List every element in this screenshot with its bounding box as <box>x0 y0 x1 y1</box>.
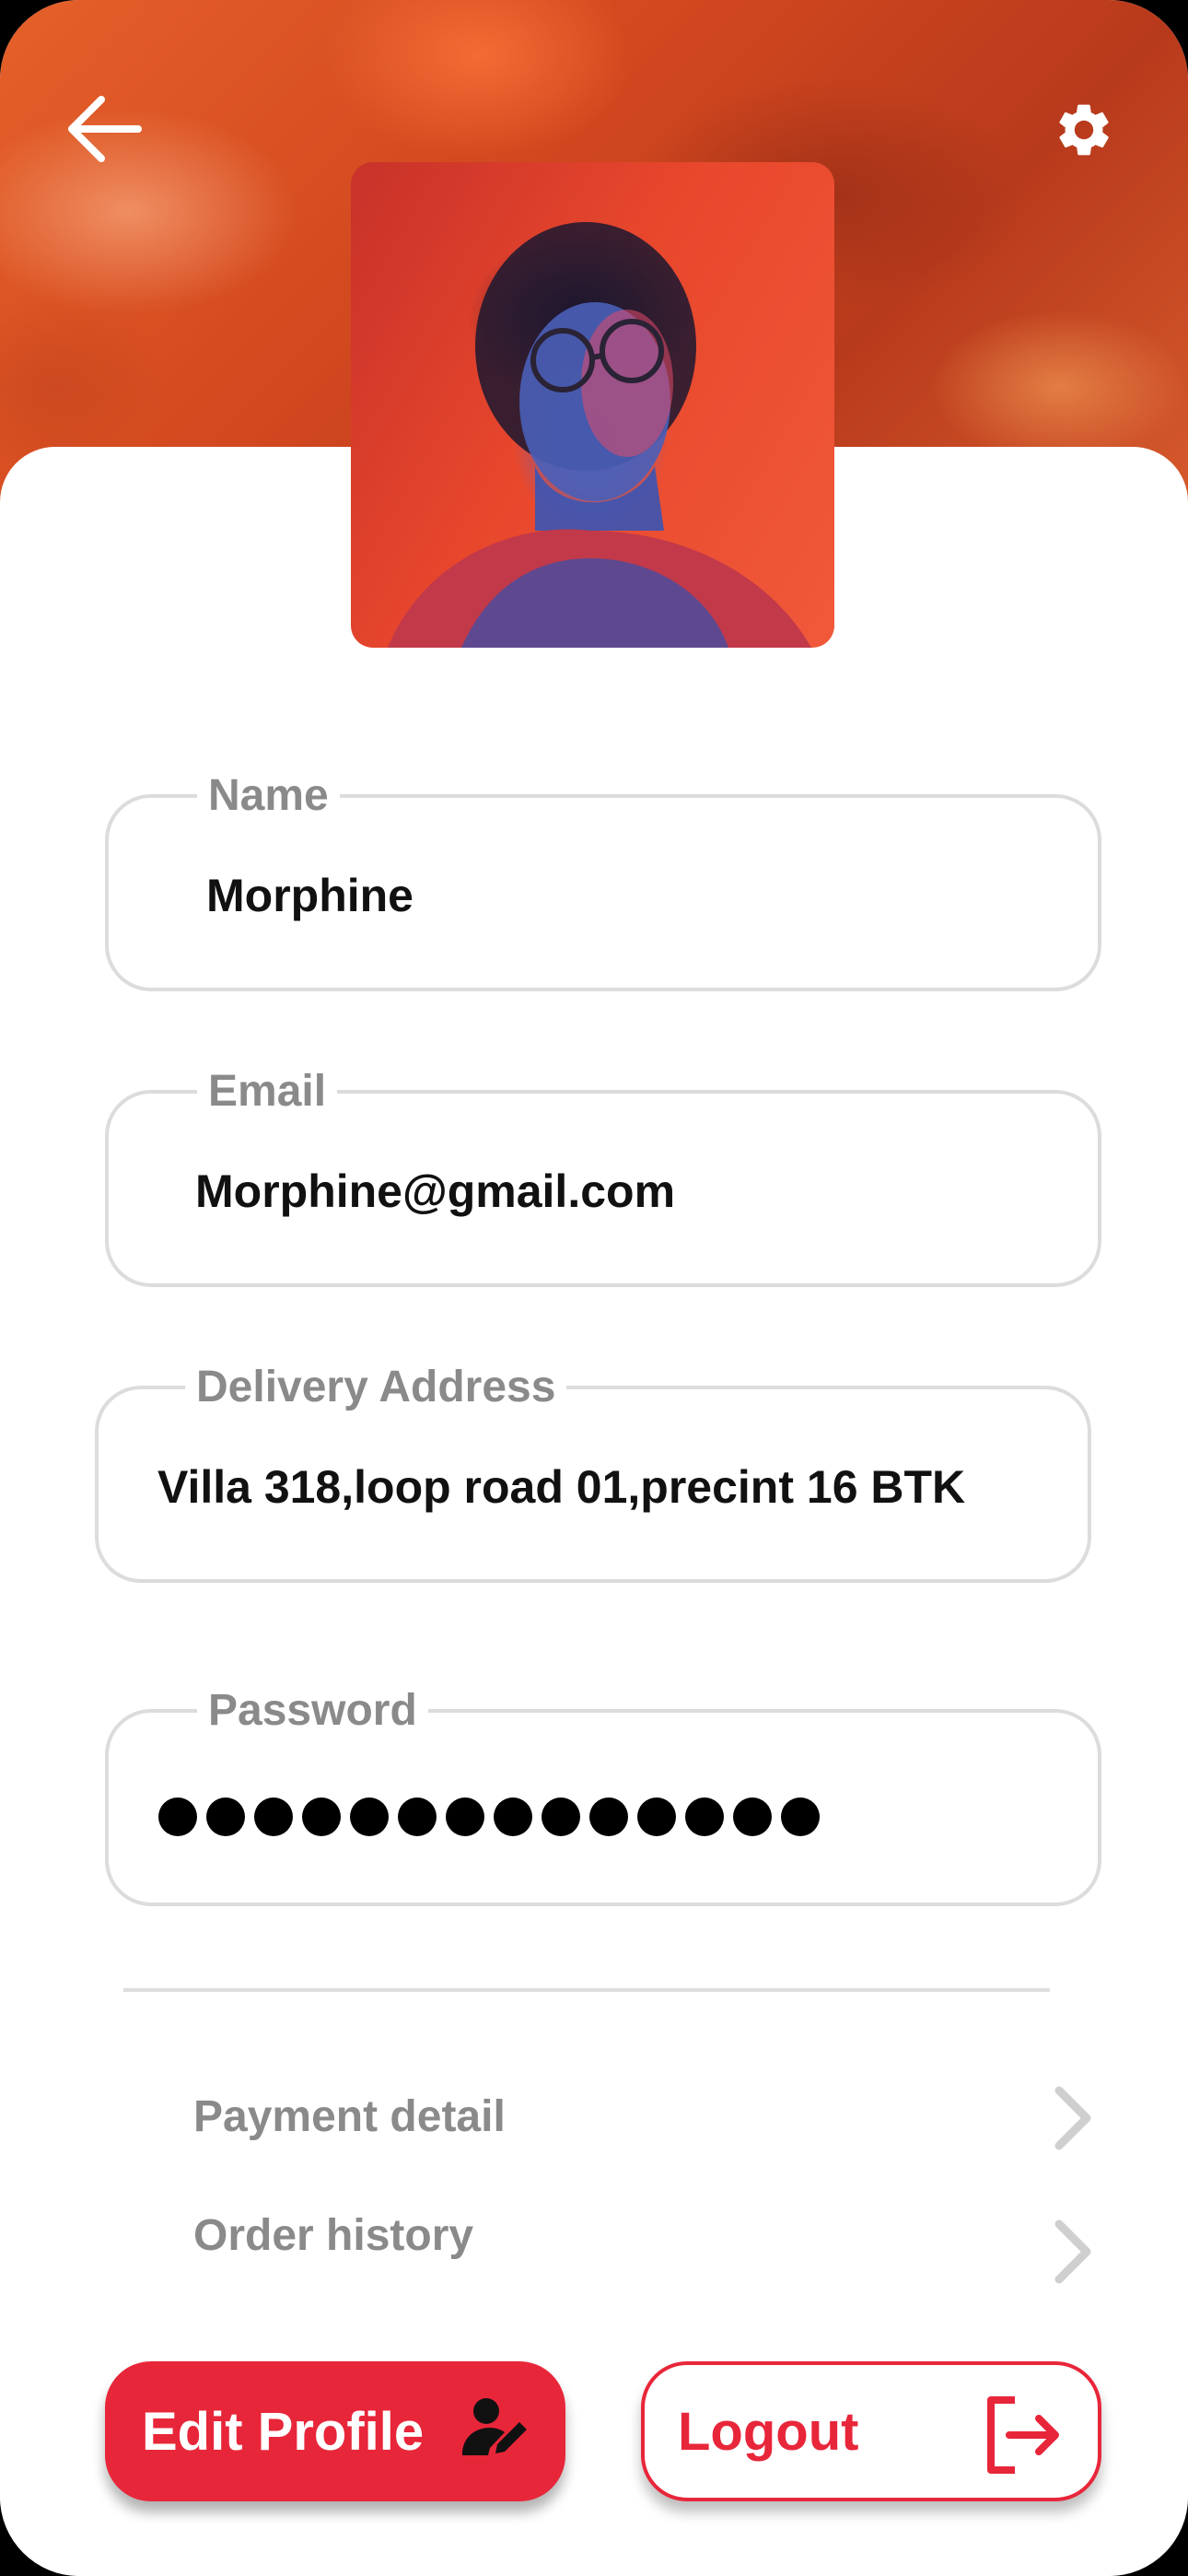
password-dot <box>685 1797 724 1836</box>
email-label: Email <box>197 1066 338 1118</box>
password-dot <box>446 1797 484 1836</box>
profile-photo <box>388 222 811 648</box>
menu-label-orders: Order history <box>193 2211 474 2260</box>
avatar[interactable] <box>351 162 834 648</box>
password-dot <box>158 1797 197 1836</box>
arrow-left-icon <box>68 96 142 162</box>
password-dot <box>206 1797 245 1836</box>
password-dot <box>542 1797 580 1836</box>
profile-screen: Name Morphine Email Morphine@gmail.com D… <box>0 0 1188 2576</box>
menu-item-payment-detail[interactable]: Payment detail <box>193 2076 1096 2159</box>
address-label: Delivery Address <box>185 1362 567 1413</box>
password-dot <box>637 1797 676 1836</box>
gear-icon <box>1059 104 1109 156</box>
password-dot <box>254 1797 293 1836</box>
password-dot <box>302 1797 341 1836</box>
chevron-right-icon <box>1054 2219 1091 2284</box>
password-dot <box>398 1797 437 1836</box>
password-field[interactable]: Password <box>105 1685 1101 1906</box>
back-button[interactable] <box>57 88 149 170</box>
edit-profile-label: Edit Profile <box>142 2402 425 2462</box>
password-dot <box>494 1797 532 1836</box>
divider <box>123 1988 1050 1992</box>
menu-label-payment: Payment detail <box>193 2092 506 2141</box>
menu-item-order-history[interactable]: Order history <box>193 2195 1096 2284</box>
address-value[interactable]: Villa 318,loop road 01,precint 16 BTK <box>157 1459 965 1515</box>
chevron-right-icon <box>1054 2086 1091 2150</box>
address-field[interactable]: Delivery Address Villa 318,loop road 01,… <box>95 1362 1091 1583</box>
name-value[interactable]: Morphine <box>206 868 413 923</box>
settings-button[interactable] <box>1046 92 1122 168</box>
password-dot <box>589 1797 628 1836</box>
edit-profile-button[interactable]: Edit Profile <box>105 2361 565 2501</box>
logout-label: Logout <box>678 2402 859 2462</box>
email-value[interactable]: Morphine@gmail.com <box>195 1164 675 1219</box>
name-label: Name <box>197 770 340 822</box>
logout-icon <box>987 2396 1059 2474</box>
password-dot <box>781 1797 820 1836</box>
password-dot <box>350 1797 389 1836</box>
password-masked-value[interactable] <box>158 1797 820 1836</box>
user-edit-icon <box>462 2398 527 2455</box>
password-dot <box>733 1797 772 1836</box>
logout-button[interactable]: Logout <box>641 2361 1101 2501</box>
email-field[interactable]: Email Morphine@gmail.com <box>105 1066 1101 1287</box>
name-field[interactable]: Name Morphine <box>105 770 1101 991</box>
password-label: Password <box>197 1685 428 1737</box>
